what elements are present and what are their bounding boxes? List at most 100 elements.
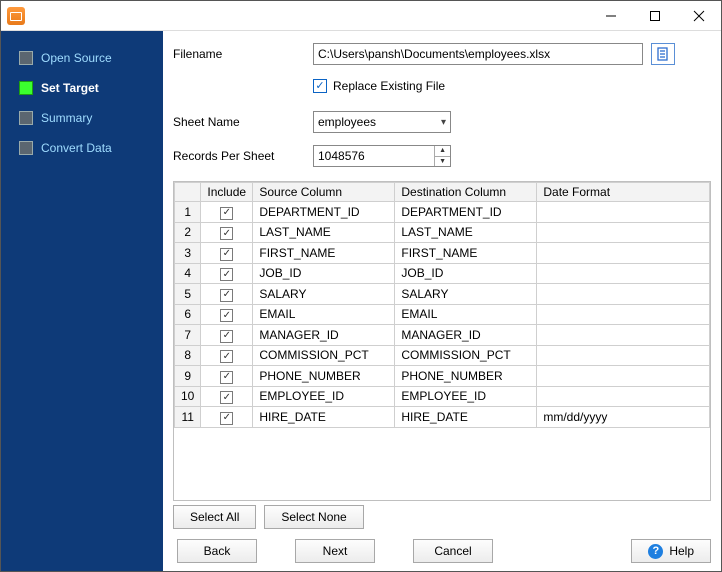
sidebar-item-open-source[interactable]: Open Source	[19, 43, 163, 73]
row-number: 2	[175, 222, 201, 243]
row-number: 1	[175, 202, 201, 223]
minimize-button[interactable]	[589, 1, 633, 31]
table-row[interactable]: 5 SALARYSALARY	[175, 284, 710, 305]
destination-column-cell[interactable]: FIRST_NAME	[395, 243, 537, 264]
select-all-button[interactable]: Select All	[173, 505, 256, 529]
grid-header-row: Include Source Column Destination Column…	[175, 183, 710, 202]
table-row[interactable]: 10EMPLOYEE_IDEMPLOYEE_ID	[175, 386, 710, 407]
include-checkbox[interactable]	[220, 268, 233, 281]
sidebar-item-label: Set Target	[41, 81, 99, 95]
table-row[interactable]: 2 LAST_NAMELAST_NAME	[175, 222, 710, 243]
maximize-button[interactable]	[633, 1, 677, 31]
step-marker-icon	[19, 51, 33, 65]
source-column-cell[interactable]: PHONE_NUMBER	[253, 366, 395, 387]
date-format-cell[interactable]	[537, 243, 710, 264]
file-icon	[656, 47, 670, 61]
date-format-cell[interactable]	[537, 284, 710, 305]
grid-header-include[interactable]: Include	[201, 183, 253, 202]
records-per-sheet-label: Records Per Sheet	[173, 149, 313, 163]
step-marker-icon	[19, 111, 33, 125]
sidebar-item-set-target[interactable]: Set Target	[19, 73, 163, 103]
destination-column-cell[interactable]: LAST_NAME	[395, 222, 537, 243]
destination-column-cell[interactable]: SALARY	[395, 284, 537, 305]
row-number: 8	[175, 345, 201, 366]
help-label: Help	[669, 544, 694, 558]
include-checkbox[interactable]	[220, 330, 233, 343]
include-checkbox[interactable]	[220, 371, 233, 384]
app-icon	[7, 7, 25, 25]
source-column-cell[interactable]: SALARY	[253, 284, 395, 305]
source-column-cell[interactable]: DEPARTMENT_ID	[253, 202, 395, 223]
source-column-cell[interactable]: FIRST_NAME	[253, 243, 395, 264]
date-format-cell[interactable]	[537, 202, 710, 223]
source-column-cell[interactable]: MANAGER_ID	[253, 325, 395, 346]
source-column-cell[interactable]: COMMISSION_PCT	[253, 345, 395, 366]
replace-existing-label: Replace Existing File	[333, 79, 445, 93]
source-column-cell[interactable]: EMPLOYEE_ID	[253, 386, 395, 407]
destination-column-cell[interactable]: JOB_ID	[395, 263, 537, 284]
sheet-name-select[interactable]: employees ▾	[313, 111, 451, 133]
records-per-sheet-input[interactable]	[314, 146, 434, 166]
grid-header-date-format[interactable]: Date Format	[537, 183, 710, 202]
grid-header-source[interactable]: Source Column	[253, 183, 395, 202]
grid-header-destination[interactable]: Destination Column	[395, 183, 537, 202]
sidebar-item-convert-data[interactable]: Convert Data	[19, 133, 163, 163]
row-number: 3	[175, 243, 201, 264]
date-format-cell[interactable]	[537, 386, 710, 407]
table-row[interactable]: 1 DEPARTMENT_IDDEPARTMENT_ID	[175, 202, 710, 223]
include-checkbox[interactable]	[220, 207, 233, 220]
sidebar-item-summary[interactable]: Summary	[19, 103, 163, 133]
destination-column-cell[interactable]: HIRE_DATE	[395, 407, 537, 428]
replace-existing-checkbox[interactable]	[313, 79, 327, 93]
include-checkbox[interactable]	[220, 391, 233, 404]
records-spinner-up[interactable]: ▲	[435, 146, 450, 157]
date-format-cell[interactable]	[537, 325, 710, 346]
row-number: 9	[175, 366, 201, 387]
destination-column-cell[interactable]: PHONE_NUMBER	[395, 366, 537, 387]
table-row[interactable]: 6 EMAILEMAIL	[175, 304, 710, 325]
include-checkbox[interactable]	[220, 248, 233, 261]
row-number: 5	[175, 284, 201, 305]
table-row[interactable]: 11HIRE_DATEHIRE_DATEmm/dd/yyyy	[175, 407, 710, 428]
sheet-name-label: Sheet Name	[173, 115, 313, 129]
filename-input[interactable]	[313, 43, 643, 65]
date-format-cell[interactable]	[537, 222, 710, 243]
help-button[interactable]: ? Help	[631, 539, 711, 563]
destination-column-cell[interactable]: COMMISSION_PCT	[395, 345, 537, 366]
date-format-cell[interactable]	[537, 345, 710, 366]
table-row[interactable]: 8 COMMISSION_PCTCOMMISSION_PCT	[175, 345, 710, 366]
source-column-cell[interactable]: LAST_NAME	[253, 222, 395, 243]
source-column-cell[interactable]: JOB_ID	[253, 263, 395, 284]
include-checkbox[interactable]	[220, 350, 233, 363]
chevron-down-icon: ▾	[441, 117, 446, 128]
row-number: 7	[175, 325, 201, 346]
column-mapping-grid: Include Source Column Destination Column…	[173, 181, 711, 501]
destination-column-cell[interactable]: DEPARTMENT_ID	[395, 202, 537, 223]
table-row[interactable]: 9 PHONE_NUMBERPHONE_NUMBER	[175, 366, 710, 387]
table-row[interactable]: 3 FIRST_NAMEFIRST_NAME	[175, 243, 710, 264]
next-button[interactable]: Next	[295, 539, 375, 563]
destination-column-cell[interactable]: EMPLOYEE_ID	[395, 386, 537, 407]
table-row[interactable]: 7 MANAGER_IDMANAGER_ID	[175, 325, 710, 346]
records-spinner-down[interactable]: ▼	[435, 157, 450, 167]
destination-column-cell[interactable]: MANAGER_ID	[395, 325, 537, 346]
include-checkbox[interactable]	[220, 289, 233, 302]
select-none-button[interactable]: Select None	[264, 505, 363, 529]
source-column-cell[interactable]: HIRE_DATE	[253, 407, 395, 428]
date-format-cell[interactable]	[537, 304, 710, 325]
date-format-cell[interactable]: mm/dd/yyyy	[537, 407, 710, 428]
include-checkbox[interactable]	[220, 412, 233, 425]
include-checkbox[interactable]	[220, 309, 233, 322]
include-checkbox[interactable]	[220, 227, 233, 240]
destination-column-cell[interactable]: EMAIL	[395, 304, 537, 325]
close-button[interactable]	[677, 1, 721, 31]
table-row[interactable]: 4JOB_IDJOB_ID	[175, 263, 710, 284]
date-format-cell[interactable]	[537, 366, 710, 387]
wizard-sidebar: Open Source Set Target Summary Convert D…	[1, 31, 163, 571]
back-button[interactable]: Back	[177, 539, 257, 563]
source-column-cell[interactable]: EMAIL	[253, 304, 395, 325]
cancel-button[interactable]: Cancel	[413, 539, 493, 563]
browse-file-button[interactable]	[651, 43, 675, 65]
row-number: 6	[175, 304, 201, 325]
date-format-cell[interactable]	[537, 263, 710, 284]
